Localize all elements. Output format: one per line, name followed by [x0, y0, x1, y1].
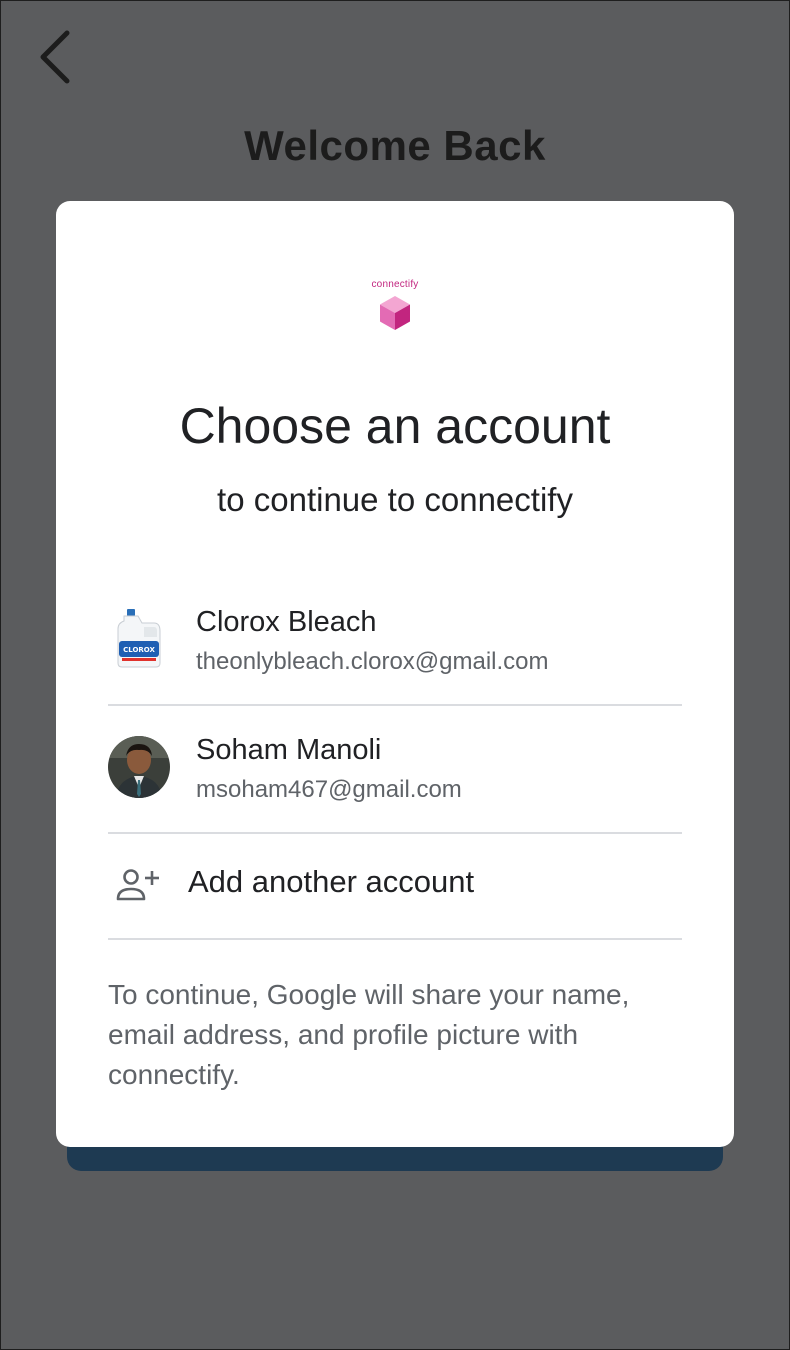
page-title: Welcome Back: [244, 122, 546, 169]
account-name: Clorox Bleach: [196, 606, 377, 638]
person-add-icon: [116, 869, 159, 901]
account-row-clorox-bleach[interactable]: CLOROX Clorox Bleach theonlybleach.cloro…: [108, 578, 682, 706]
add-another-account-row[interactable]: Add another account: [108, 834, 682, 940]
cube-logo-icon: [380, 296, 410, 330]
back-button[interactable]: [26, 24, 84, 90]
account-list: CLOROX Clorox Bleach theonlybleach.cloro…: [108, 578, 682, 940]
dialog-subtitle: to continue to connectify: [217, 481, 573, 518]
avatar: CLOROX: [108, 607, 170, 669]
account-name: Soham Manoli: [196, 734, 382, 766]
account-email: theonlybleach.clorox@gmail.com: [196, 648, 549, 675]
svg-text:CLOROX: CLOROX: [123, 646, 155, 654]
app-logo: connectify: [345, 279, 445, 335]
account-email: msoham467@gmail.com: [196, 776, 462, 803]
person-photo-icon: [108, 736, 170, 798]
chevron-left-icon: [40, 30, 70, 84]
bleach-bottle-icon: CLOROX: [117, 609, 161, 668]
add-account-label: Add another account: [188, 864, 475, 899]
app-logo-text: connectify: [371, 279, 419, 290]
avatar: [108, 736, 170, 798]
account-chooser-dialog: connectify Choose an account to continue…: [56, 201, 734, 1147]
dialog-title: Choose an account: [179, 398, 611, 454]
account-row-soham-manoli[interactable]: Soham Manoli msoham467@gmail.com: [108, 706, 682, 834]
consent-text: To continue, Google will share your name…: [108, 979, 630, 1090]
